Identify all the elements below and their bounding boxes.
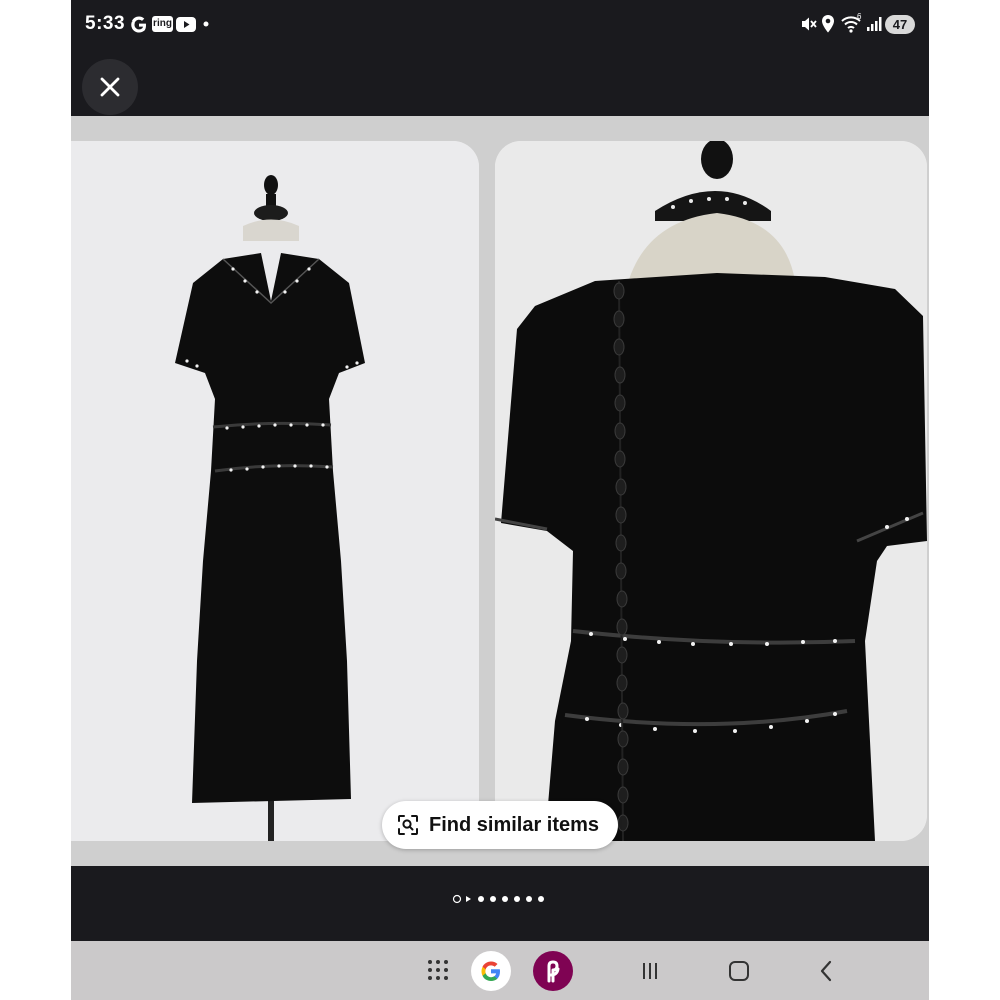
pager-bar: [71, 866, 929, 941]
find-similar-button[interactable]: Find similar items: [382, 801, 618, 849]
page-arrow-icon: [466, 896, 471, 902]
find-similar-label: Find similar items: [429, 814, 600, 836]
close-icon: [100, 77, 120, 97]
image-carousel[interactable]: Find similar items: [71, 116, 929, 866]
page-indicator[interactable]: [452, 894, 552, 904]
dress-front-illustration: [71, 141, 479, 841]
page-dot[interactable]: [526, 896, 532, 902]
page-dot[interactable]: [478, 896, 484, 902]
page-dot[interactable]: [490, 896, 496, 902]
page-dot[interactable]: [502, 896, 508, 902]
status-time: 5:33: [85, 13, 126, 34]
mute-icon: [802, 17, 817, 31]
close-button[interactable]: [82, 59, 138, 115]
poshmark-logo-icon: [547, 960, 560, 983]
product-image-back[interactable]: [495, 141, 927, 841]
google-icon: [131, 16, 146, 33]
google-g-icon: [481, 961, 500, 981]
app-drawer-icon[interactable]: [427, 959, 449, 981]
phone-screen: 5:33 ring 6 47 Find similar items: [71, 0, 929, 1000]
poshmark-app-icon[interactable]: [533, 951, 573, 991]
ring-icon: ring: [152, 16, 173, 32]
location-icon: [822, 15, 834, 33]
dress-back-illustration: [495, 141, 927, 841]
back-icon[interactable]: [819, 960, 833, 982]
home-icon[interactable]: [728, 960, 750, 982]
visual-search-icon: [398, 815, 418, 835]
page-dot-current[interactable]: [452, 894, 462, 904]
system-nav-bar: [71, 941, 929, 1000]
product-image-front[interactable]: [71, 141, 479, 841]
recents-icon[interactable]: [640, 961, 660, 981]
google-app-icon[interactable]: [471, 951, 511, 991]
youtube-icon: [176, 17, 196, 32]
signal-icon: [867, 17, 882, 31]
page-dot[interactable]: [514, 896, 520, 902]
status-bar: 5:33 ring 6 47: [71, 0, 929, 48]
wifi-band-label: 6: [857, 12, 862, 21]
dot-icon: [203, 21, 209, 27]
battery-indicator: 47: [885, 15, 915, 34]
page-dot[interactable]: [538, 896, 544, 902]
